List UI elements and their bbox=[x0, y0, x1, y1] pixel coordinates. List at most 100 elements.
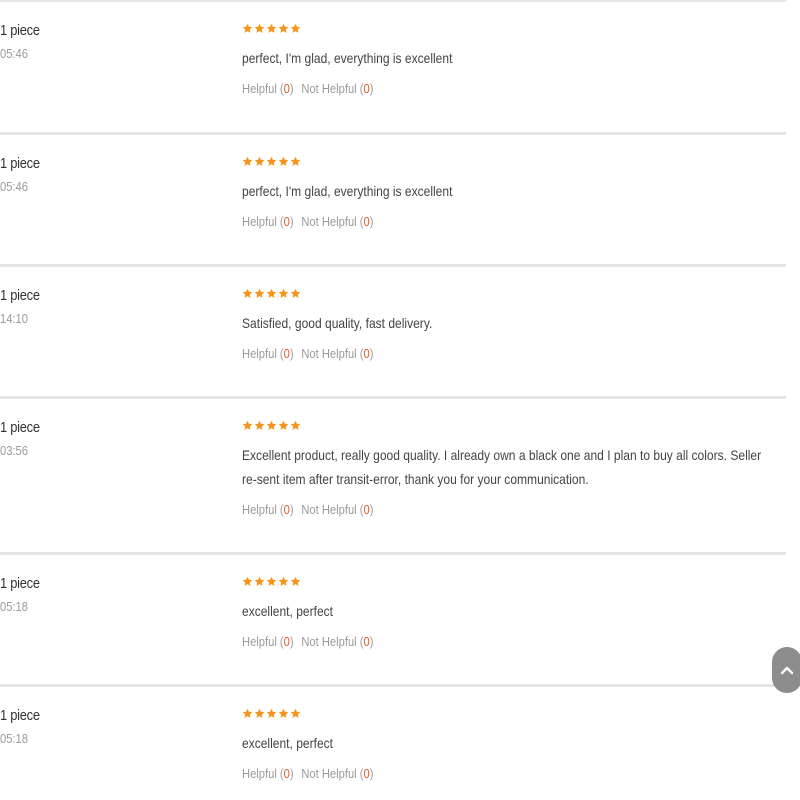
feedback-row: Helpful (0) Not Helpful (0) bbox=[242, 345, 706, 363]
review-body: excellent, perfect Helpful (0) Not Helpfu… bbox=[242, 703, 782, 783]
review-meta: 1 piece 05:18 bbox=[0, 707, 200, 747]
review-meta: 1 piece 14:10 bbox=[0, 287, 200, 327]
not-helpful-button[interactable]: Not Helpful (0) bbox=[301, 634, 373, 649]
not-helpful-count: 0 bbox=[363, 346, 370, 361]
helpful-label: Helpful bbox=[242, 634, 277, 649]
review-time: 05:46 bbox=[0, 179, 28, 194]
feedback-row: Helpful (0) Not Helpful (0) bbox=[242, 633, 706, 651]
helpful-label: Helpful bbox=[242, 81, 277, 96]
star-rating bbox=[242, 18, 782, 38]
star-icon bbox=[254, 576, 265, 587]
not-helpful-button[interactable]: Not Helpful (0) bbox=[301, 214, 373, 229]
star-icon bbox=[266, 156, 277, 167]
review-item: 1 piece 05:46 perfect, I'm glad, everyth… bbox=[0, 135, 786, 267]
star-icon bbox=[266, 23, 277, 34]
helpful-button[interactable]: Helpful (0) bbox=[242, 81, 294, 96]
review-text: perfect, I'm glad, everything is excelle… bbox=[242, 183, 453, 199]
not-helpful-button[interactable]: Not Helpful (0) bbox=[301, 766, 373, 781]
star-icon bbox=[278, 156, 289, 167]
review-body: excellent, perfect Helpful (0) Not Helpfu… bbox=[242, 571, 782, 651]
not-helpful-count: 0 bbox=[363, 214, 370, 229]
review-time: 05:46 bbox=[0, 46, 28, 61]
review-body: Satisfied, good quality, fast delivery. … bbox=[242, 283, 782, 363]
order-quantity: 1 piece bbox=[0, 22, 40, 39]
feedback-row: Helpful (0) Not Helpful (0) bbox=[242, 501, 706, 519]
not-helpful-label: Not Helpful bbox=[301, 214, 357, 229]
review-item: 1 piece 05:18 excellent, perfect Helpful… bbox=[0, 687, 786, 800]
helpful-button[interactable]: Helpful (0) bbox=[242, 766, 294, 781]
star-icon bbox=[266, 420, 277, 431]
star-icon bbox=[290, 288, 301, 299]
star-icon bbox=[266, 708, 277, 719]
review-page: 1 piece 05:46 perfect, I'm glad, everyth… bbox=[0, 0, 800, 800]
star-icon bbox=[278, 420, 289, 431]
star-rating bbox=[242, 703, 782, 723]
scroll-to-top-button[interactable] bbox=[772, 647, 800, 693]
order-quantity: 1 piece bbox=[0, 575, 40, 592]
helpful-count: 0 bbox=[283, 502, 290, 517]
order-quantity: 1 piece bbox=[0, 419, 40, 436]
star-icon bbox=[266, 576, 277, 587]
star-icon bbox=[266, 288, 277, 299]
review-text: Satisfied, good quality, fast delivery. bbox=[242, 315, 433, 331]
review-time: 05:18 bbox=[0, 599, 28, 614]
helpful-count: 0 bbox=[283, 634, 290, 649]
star-icon bbox=[254, 708, 265, 719]
helpful-count: 0 bbox=[283, 346, 290, 361]
star-rating bbox=[242, 415, 782, 435]
star-icon bbox=[254, 156, 265, 167]
helpful-button[interactable]: Helpful (0) bbox=[242, 214, 294, 229]
order-quantity: 1 piece bbox=[0, 155, 40, 172]
review-text: excellent, perfect bbox=[242, 603, 334, 619]
star-rating bbox=[242, 283, 782, 303]
not-helpful-count: 0 bbox=[363, 502, 370, 517]
helpful-count: 0 bbox=[283, 766, 290, 781]
not-helpful-button[interactable]: Not Helpful (0) bbox=[301, 81, 373, 96]
not-helpful-button[interactable]: Not Helpful (0) bbox=[301, 346, 373, 361]
not-helpful-button[interactable]: Not Helpful (0) bbox=[301, 502, 373, 517]
star-icon bbox=[242, 708, 253, 719]
helpful-label: Helpful bbox=[242, 766, 277, 781]
not-helpful-count: 0 bbox=[363, 766, 370, 781]
review-item: 1 piece 03:56 Excellent product, really … bbox=[0, 399, 786, 555]
review-body: Excellent product, really good quality. … bbox=[242, 415, 782, 519]
review-meta: 1 piece 05:46 bbox=[0, 155, 200, 195]
feedback-row: Helpful (0) Not Helpful (0) bbox=[242, 213, 706, 231]
not-helpful-count: 0 bbox=[363, 81, 370, 96]
order-quantity: 1 piece bbox=[0, 287, 40, 304]
star-rating bbox=[242, 571, 782, 591]
review-meta: 1 piece 05:18 bbox=[0, 575, 200, 615]
star-icon bbox=[242, 420, 253, 431]
helpful-label: Helpful bbox=[242, 502, 277, 517]
star-icon bbox=[254, 288, 265, 299]
star-icon bbox=[242, 576, 253, 587]
review-item: 1 piece 05:18 excellent, perfect Helpful… bbox=[0, 555, 786, 687]
star-icon bbox=[290, 23, 301, 34]
star-icon bbox=[278, 576, 289, 587]
star-icon bbox=[290, 156, 301, 167]
helpful-button[interactable]: Helpful (0) bbox=[242, 502, 294, 517]
not-helpful-label: Not Helpful bbox=[301, 81, 357, 96]
not-helpful-label: Not Helpful bbox=[301, 346, 357, 361]
helpful-button[interactable]: Helpful (0) bbox=[242, 634, 294, 649]
review-text: perfect, I'm glad, everything is excelle… bbox=[242, 50, 453, 66]
review-time: 03:56 bbox=[0, 443, 28, 458]
review-time: 05:18 bbox=[0, 731, 28, 746]
helpful-count: 0 bbox=[283, 214, 290, 229]
star-icon bbox=[278, 23, 289, 34]
not-helpful-count: 0 bbox=[363, 634, 370, 649]
helpful-button[interactable]: Helpful (0) bbox=[242, 346, 294, 361]
chevron-up-icon bbox=[780, 666, 794, 675]
review-text: Excellent product, really good quality. … bbox=[242, 447, 762, 487]
star-icon bbox=[278, 288, 289, 299]
feedback-row: Helpful (0) Not Helpful (0) bbox=[242, 80, 706, 98]
star-rating bbox=[242, 151, 782, 171]
star-icon bbox=[242, 156, 253, 167]
helpful-label: Helpful bbox=[242, 214, 277, 229]
not-helpful-label: Not Helpful bbox=[301, 766, 357, 781]
star-icon bbox=[254, 420, 265, 431]
helpful-label: Helpful bbox=[242, 346, 277, 361]
star-icon bbox=[290, 708, 301, 719]
review-time: 14:10 bbox=[0, 311, 28, 326]
order-quantity: 1 piece bbox=[0, 707, 40, 724]
